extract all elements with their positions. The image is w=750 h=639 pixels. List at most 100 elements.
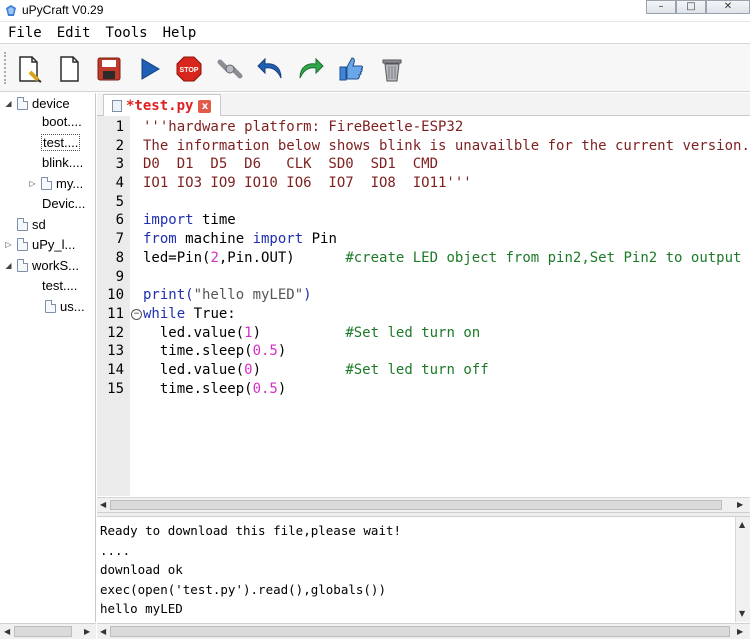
tree-item-us[interactable]: us...	[45, 296, 85, 316]
expanded-arrow-icon[interactable]: ◢	[4, 99, 13, 108]
trash-icon	[382, 59, 402, 82]
tree-item-devic[interactable]: Devic...	[42, 193, 85, 213]
tree-item-label: my...	[56, 175, 84, 191]
tree-item-blink[interactable]: blink....	[42, 152, 83, 172]
editor-horizontal-scrollbar[interactable]: ◀ ▶	[97, 497, 750, 512]
stop-button[interactable]: STOP	[172, 52, 206, 86]
menu-edit[interactable]: Edit	[57, 25, 91, 41]
menu-file[interactable]: File	[8, 25, 42, 41]
scrollbar-thumb[interactable]	[110, 626, 730, 637]
scrollbar-thumb[interactable]	[110, 500, 722, 510]
scroll-up-icon[interactable]: ▲	[739, 520, 745, 529]
line-number: 2	[115, 138, 124, 154]
open-file-icon	[60, 56, 79, 82]
folder-icon	[17, 96, 28, 110]
scroll-right-icon[interactable]: ▶	[84, 627, 90, 636]
scroll-left-icon[interactable]: ◀	[100, 627, 106, 636]
console-line: Ready to download this file,please wait!	[100, 523, 402, 538]
console-horizontal-scrollbar[interactable]: ◀ ▶	[97, 623, 750, 639]
connect-icon	[217, 59, 243, 79]
scroll-down-icon[interactable]: ▼	[739, 609, 745, 618]
code-line: led.value(0) #Set led turn off	[143, 362, 489, 378]
terminal-output[interactable]: Ready to download this file,please wait!…	[97, 517, 735, 622]
save-button[interactable]	[92, 52, 126, 86]
run-button[interactable]	[132, 52, 166, 86]
toolbar-grip	[4, 52, 8, 84]
line-number: 9	[115, 269, 124, 285]
clear-button[interactable]	[375, 52, 409, 86]
code-line: The information below shows blink is una…	[143, 138, 750, 154]
code-line: import time	[143, 212, 236, 228]
minimize-button[interactable]: –	[646, 0, 676, 14]
folder-icon	[45, 299, 56, 313]
undo-button[interactable]	[253, 52, 287, 86]
code-line: print("hello myLED")	[143, 287, 312, 303]
close-button[interactable]: ✕	[706, 0, 750, 14]
tree-item-label: us...	[60, 298, 85, 314]
new-file-button[interactable]	[12, 52, 46, 86]
open-file-button[interactable]	[52, 52, 86, 86]
maximize-button[interactable]: □	[676, 0, 706, 14]
console-line: ....	[100, 543, 131, 558]
tree-item-upy-lib[interactable]: ▷ uPy_l...	[4, 234, 75, 254]
scroll-left-icon[interactable]: ◀	[100, 500, 106, 509]
window-title: uPyCraft V0.29	[22, 3, 104, 17]
thumbs-up-icon	[339, 57, 363, 81]
tab-test-py[interactable]: *test.py x	[103, 94, 221, 117]
syntax-check-button[interactable]	[334, 52, 368, 86]
menu-help[interactable]: Help	[163, 25, 197, 41]
menu-bar: File Edit Tools Help	[0, 22, 750, 44]
console-line: hello myLED	[100, 601, 183, 616]
connect-button[interactable]	[213, 52, 247, 86]
code-line: time.sleep(0.5)	[143, 381, 287, 397]
tree-item-label: blink....	[42, 154, 84, 170]
tab-close-icon[interactable]: x	[198, 99, 212, 113]
scroll-right-icon[interactable]: ▶	[737, 627, 743, 636]
tree-item-workspace[interactable]: ◢ workS...	[4, 255, 79, 275]
tab-bar: *test.py x	[97, 93, 750, 117]
line-number: 13	[107, 343, 124, 359]
tree-item-my[interactable]: ▷ my...	[28, 173, 83, 193]
window-controls: – □ ✕	[646, 0, 750, 14]
console-vertical-scrollbar[interactable]: ▲ ▼	[735, 517, 750, 622]
code-line: IO1 IO3 IO9 IO10 IO6 IO7 IO8 IO11'''	[143, 175, 472, 191]
collapsed-arrow-icon[interactable]: ▷	[4, 240, 13, 249]
title-bar: uPyCraft V0.29 – □ ✕	[0, 0, 750, 22]
collapsed-arrow-icon[interactable]: ▷	[28, 179, 37, 188]
tree-item-label: uPy_l...	[32, 236, 76, 252]
redo-icon	[299, 57, 324, 79]
console-line: download ok	[100, 562, 183, 577]
stop-icon: STOP	[176, 56, 202, 82]
menu-tools[interactable]: Tools	[105, 25, 147, 41]
tree-item-label: boot....	[42, 113, 82, 129]
tree-item-label: workS...	[32, 257, 79, 273]
tree-item-workspace-test[interactable]: test....	[42, 275, 77, 295]
code-line: led.value(1) #Set led turn on	[143, 325, 481, 341]
folder-icon	[17, 258, 28, 272]
new-file-icon	[19, 56, 42, 83]
undo-icon	[257, 57, 282, 79]
tab-label: *test.py	[126, 98, 194, 114]
tree-item-label: test....	[40, 133, 81, 151]
tree-item-boot[interactable]: boot....	[42, 111, 82, 131]
app-logo-icon	[6, 5, 16, 16]
scrollbar-thumb[interactable]	[14, 626, 72, 637]
line-number: 12	[107, 325, 124, 341]
folder-icon	[17, 217, 28, 231]
line-number: 14	[107, 362, 124, 378]
code-line: '''hardware platform: FireBeetle-ESP32	[143, 119, 464, 135]
scroll-right-icon[interactable]: ▶	[737, 500, 743, 509]
tree-horizontal-scrollbar[interactable]: ◀ ▶	[0, 623, 96, 639]
save-icon	[97, 57, 121, 81]
tree-item-label: device	[32, 95, 70, 111]
tree-item-device[interactable]: ◢ device	[4, 93, 70, 113]
tree-item-sd[interactable]: sd	[17, 214, 46, 234]
console-line: exec(open('test.py').read(),globals())	[100, 582, 386, 597]
expanded-arrow-icon[interactable]: ◢	[4, 261, 13, 270]
play-icon	[141, 58, 160, 80]
redo-button[interactable]	[294, 52, 328, 86]
scroll-left-icon[interactable]: ◀	[4, 627, 10, 636]
tree-item-test-selected[interactable]: test....	[40, 132, 81, 152]
code-editor[interactable]: 1 '''hardware platform: FireBeetle-ESP32 …	[97, 116, 750, 496]
fold-collapse-icon[interactable]: −	[131, 309, 142, 320]
